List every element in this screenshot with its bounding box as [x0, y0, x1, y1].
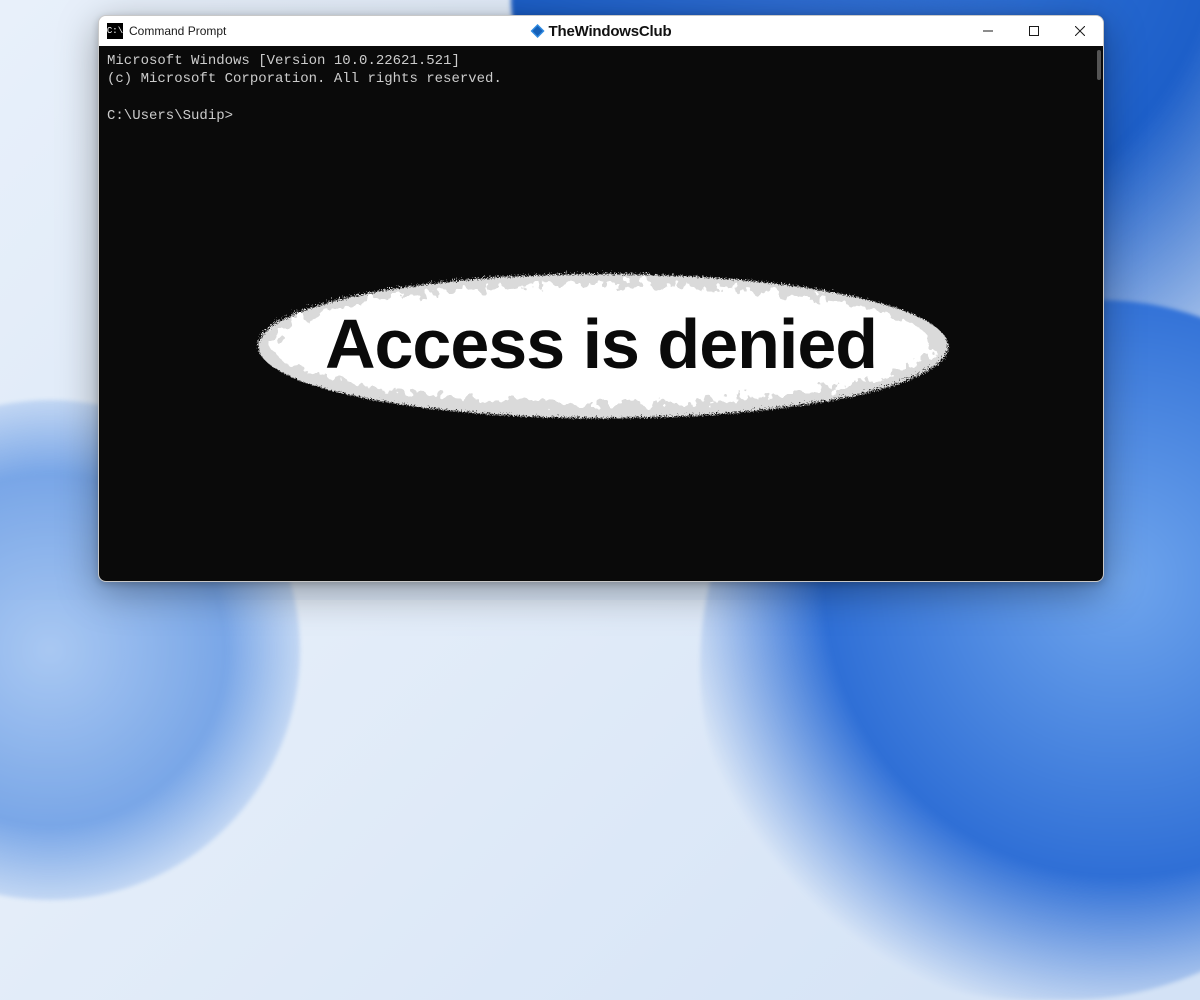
titlebar-left: C:\ Command Prompt: [99, 23, 226, 39]
window-controls: [965, 16, 1103, 46]
maximize-button[interactable]: [1011, 16, 1057, 46]
minimize-button[interactable]: [965, 16, 1011, 46]
brand-text: TheWindowsClub: [549, 23, 672, 40]
terminal-output-line: (c) Microsoft Corporation. All rights re…: [107, 70, 1095, 88]
command-prompt-icon: C:\: [107, 23, 123, 39]
thewindowsclub-logo-icon: [531, 24, 545, 38]
window-title: Command Prompt: [129, 24, 226, 38]
terminal-output-line: Microsoft Windows [Version 10.0.22621.52…: [107, 52, 1095, 70]
brand: TheWindowsClub: [531, 23, 672, 40]
terminal-area[interactable]: Microsoft Windows [Version 10.0.22621.52…: [99, 46, 1103, 581]
close-button[interactable]: [1057, 16, 1103, 46]
terminal-prompt: C:\Users\Sudip>: [107, 107, 1095, 125]
scrollbar-thumb[interactable]: [1097, 50, 1101, 80]
titlebar[interactable]: C:\ Command Prompt TheWindowsClub: [99, 16, 1103, 46]
command-prompt-window: C:\ Command Prompt TheWindowsClub: [98, 15, 1104, 582]
terminal-blank-line: [107, 88, 1095, 106]
